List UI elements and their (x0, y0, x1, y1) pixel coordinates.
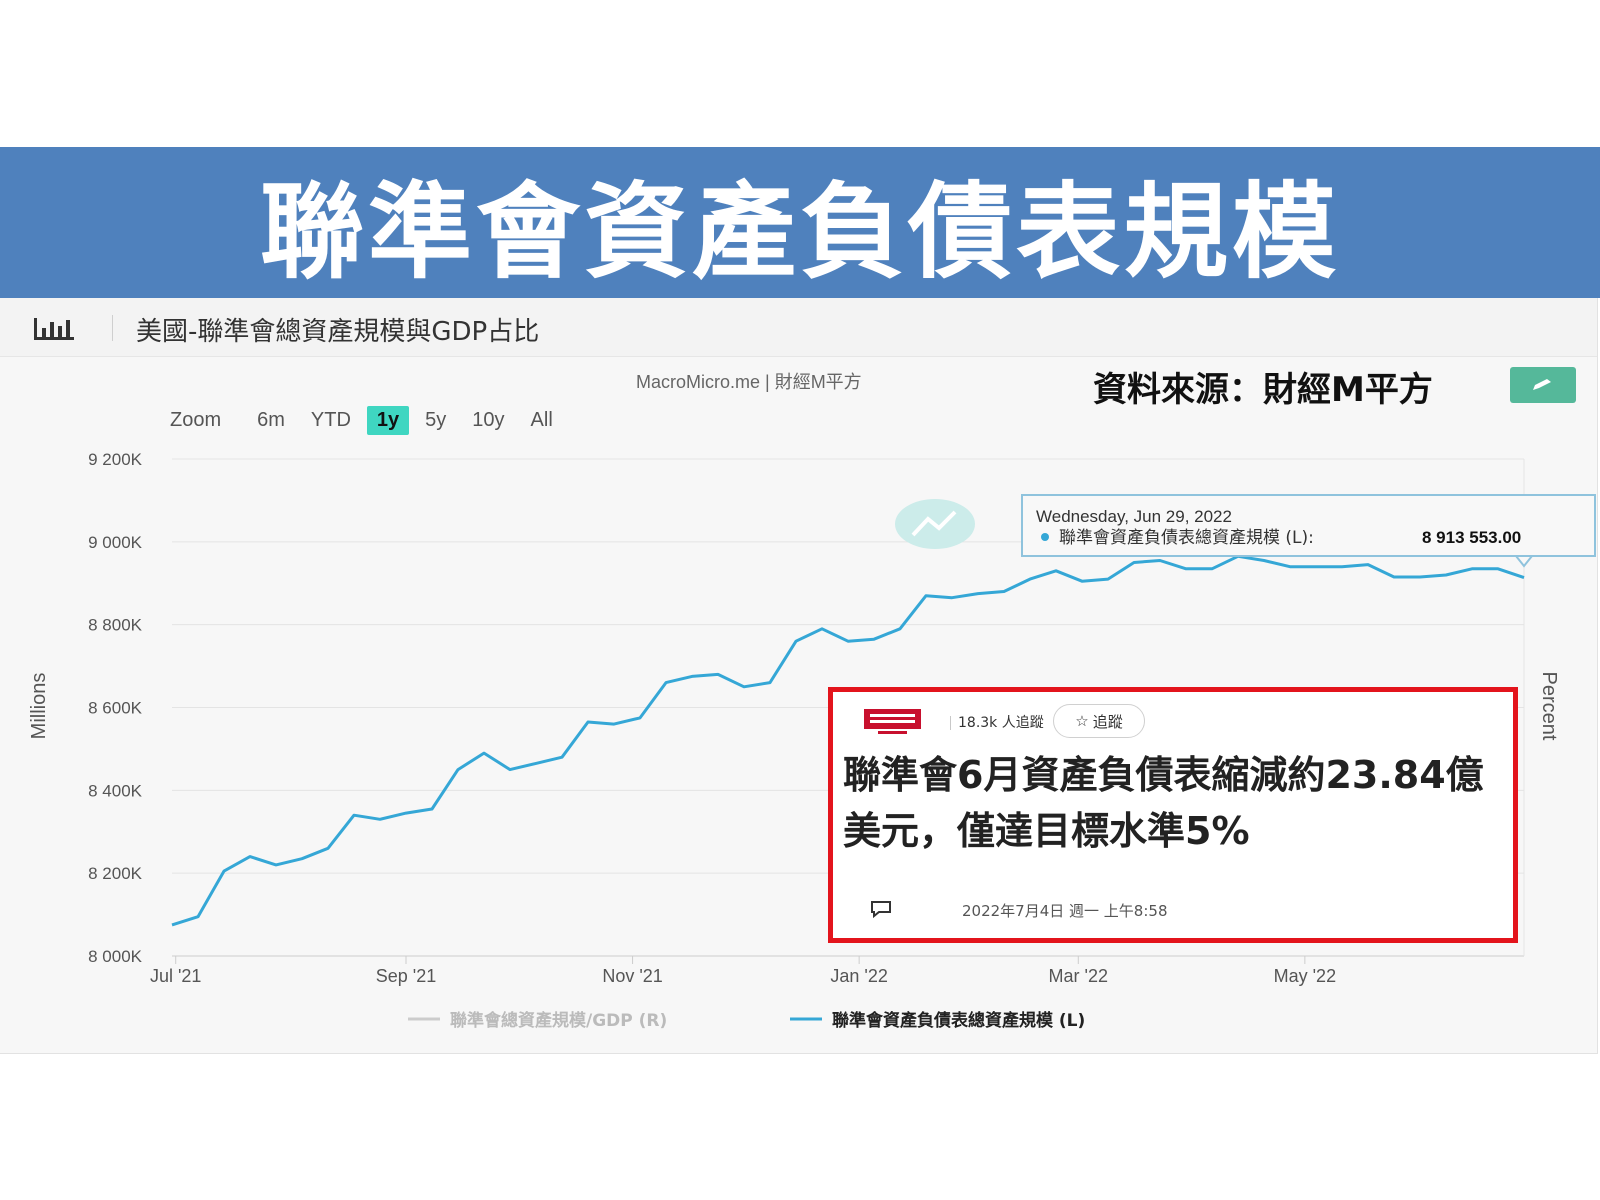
x-axis-ticks: Jul '21 Sep '21 Nov '21 Jan '22 Mar '22 May '… (150, 956, 1336, 986)
follow-button[interactable]: ☆ 追蹤 (1053, 704, 1145, 738)
y-tick-label: 9 000K (88, 533, 143, 552)
y-axis-right-label: Percent (1538, 672, 1560, 741)
y-tick-label: 8 800K (88, 616, 143, 635)
y-tick-label: 8 400K (88, 781, 143, 800)
news-headline-line1: 聯準會6月資產負債表縮減約23.84億 (843, 753, 1484, 797)
x-tick-label: Jan '22 (830, 966, 887, 986)
tooltip: Wednesday, Jun 29, 2022 聯準會資產負債表總資產規模 (L… (1021, 494, 1596, 568)
tooltip-series: 聯準會資產負債表總資產規模 (L): (1059, 528, 1314, 548)
news-divider (950, 716, 951, 730)
news-headline-line2: 美元，僅達目標水準5% (843, 809, 1250, 853)
y-tick-label: 9 200K (88, 450, 143, 469)
news-timestamp: 2022年7月4日 週一 上午8:58 (962, 902, 1168, 920)
chart-hint-badge[interactable] (895, 499, 975, 549)
x-tick-label: Nov '21 (602, 966, 662, 986)
x-tick-label: Jul '21 (150, 966, 201, 986)
x-tick-label: Sep '21 (376, 966, 437, 986)
tooltip-value: 8 913 553.00 (1422, 528, 1521, 547)
follow-label: 追蹤 (1092, 712, 1123, 731)
legend: 聯準會總資產規模/GDP (R) 聯準會資產負債表總資產規模 (L) (408, 1010, 1085, 1031)
follower-count: 18.3k 人追蹤 (958, 715, 1044, 731)
line-chart[interactable]: 8 000K 8 200K 8 400K 8 600K 8 800K 9 000K 9 20… (0, 0, 1600, 1200)
tooltip-date: Wednesday, Jun 29, 2022 (1036, 507, 1232, 526)
tooltip-series-marker (1041, 533, 1049, 541)
y-axis-label: Millions (28, 673, 50, 740)
legend-item-gdp-ratio[interactable]: 聯準會總資產規模/GDP (R) (408, 1010, 667, 1031)
newspaper-logo (864, 709, 921, 734)
x-tick-label: Mar '22 (1049, 966, 1108, 986)
star-icon: ☆ (1075, 712, 1089, 730)
x-tick-label: May '22 (1274, 966, 1336, 986)
y-axis-ticks: 8 000K 8 200K 8 400K 8 600K 8 800K 9 000K 9 20… (88, 450, 143, 966)
legend-item-total-assets[interactable]: 聯準會資產負債表總資產規模 (L) (790, 1010, 1085, 1031)
news-headline[interactable]: 聯準會6月資產負債表縮減約23.84億 美元，僅達目標水準5% (843, 747, 1513, 859)
y-tick-label: 8 000K (88, 947, 143, 966)
y-tick-label: 8 600K (88, 699, 143, 718)
news-card[interactable]: 18.3k 人追蹤 ☆ 追蹤 聯準會6月資產負債表縮減約23.84億 美元，僅達… (828, 687, 1518, 943)
comment-icon[interactable] (869, 899, 893, 919)
y-tick-label: 8 200K (88, 864, 143, 883)
legend-label-total-assets: 聯準會資產負債表總資產規模 (L) (832, 1010, 1085, 1031)
legend-label-gdp-ratio: 聯準會總資產規模/GDP (R) (450, 1010, 667, 1031)
